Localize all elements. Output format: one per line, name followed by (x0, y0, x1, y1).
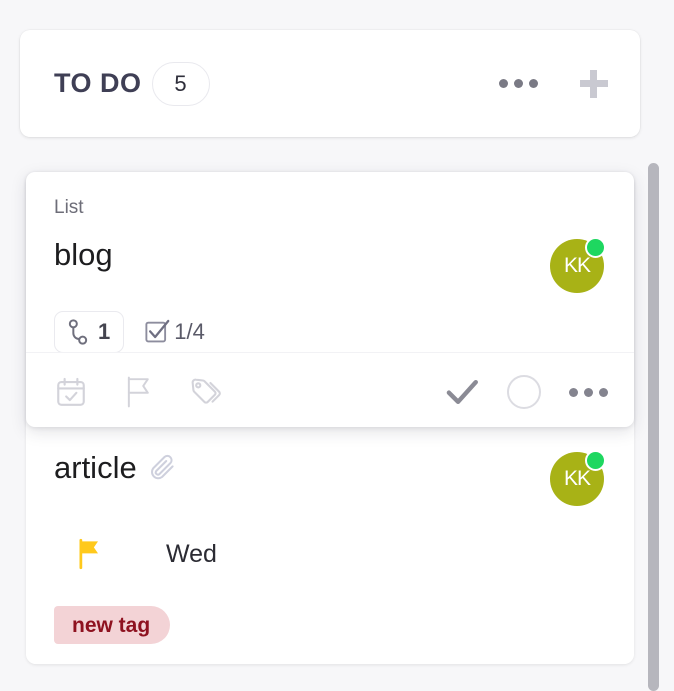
avatar[interactable]: KK (550, 237, 606, 293)
checkbox-checked-icon (142, 317, 172, 347)
presence-indicator-icon (585, 450, 606, 471)
due-date-text: Wed (166, 539, 217, 568)
checklist-progress-badge[interactable]: 1/4 (140, 311, 207, 353)
vertical-scrollbar[interactable] (648, 163, 659, 691)
scrollbar-thumb[interactable] (648, 163, 659, 691)
card-action-bar (54, 368, 608, 416)
flag-outline-icon[interactable] (122, 375, 154, 409)
paperclip-icon[interactable] (147, 452, 177, 482)
check-icon[interactable] (445, 377, 479, 407)
board-column: TO DO 5 article KK Wed new tag List blog… (0, 0, 674, 691)
task-title: blog (54, 237, 113, 272)
card-divider (26, 352, 634, 353)
column-title: TO DO (54, 68, 142, 98)
due-date-row[interactable]: Wed (54, 538, 604, 570)
column-header-actions (499, 69, 608, 98)
card-badge-row: 1 1/4 (54, 311, 604, 353)
presence-indicator-icon (585, 237, 606, 258)
card-list-label: List (54, 197, 84, 218)
blog-title-row: blog KK (54, 237, 606, 293)
calendar-check-icon[interactable] (54, 375, 88, 409)
column-header: TO DO 5 (20, 30, 640, 137)
subtask-branch-icon (65, 318, 91, 346)
circle-outline-icon[interactable] (507, 375, 541, 409)
ellipsis-icon[interactable] (499, 79, 538, 88)
flag-filled-icon[interactable] (76, 538, 104, 570)
tag-chip[interactable]: new tag (54, 606, 171, 644)
tags-icon[interactable] (188, 375, 224, 409)
subtask-count: 1 (98, 319, 111, 344)
checklist-progress: 1/4 (174, 319, 205, 344)
task-card-article[interactable]: article KK Wed new tag (26, 427, 634, 664)
avatar[interactable]: KK (550, 450, 606, 506)
column-header-left: TO DO 5 (54, 61, 210, 106)
article-title-row: article KK (54, 450, 606, 506)
task-title: article (54, 450, 137, 485)
subtask-count-badge[interactable]: 1 (54, 311, 125, 353)
plus-icon[interactable] (580, 69, 608, 98)
ellipsis-icon[interactable] (569, 387, 608, 397)
card-action-right (445, 375, 608, 409)
tag-row: new tag (54, 606, 604, 644)
card-action-left (54, 375, 224, 409)
column-count-badge: 5 (151, 61, 210, 106)
task-card-blog[interactable]: List blog KK 1 1/4 (26, 172, 634, 427)
